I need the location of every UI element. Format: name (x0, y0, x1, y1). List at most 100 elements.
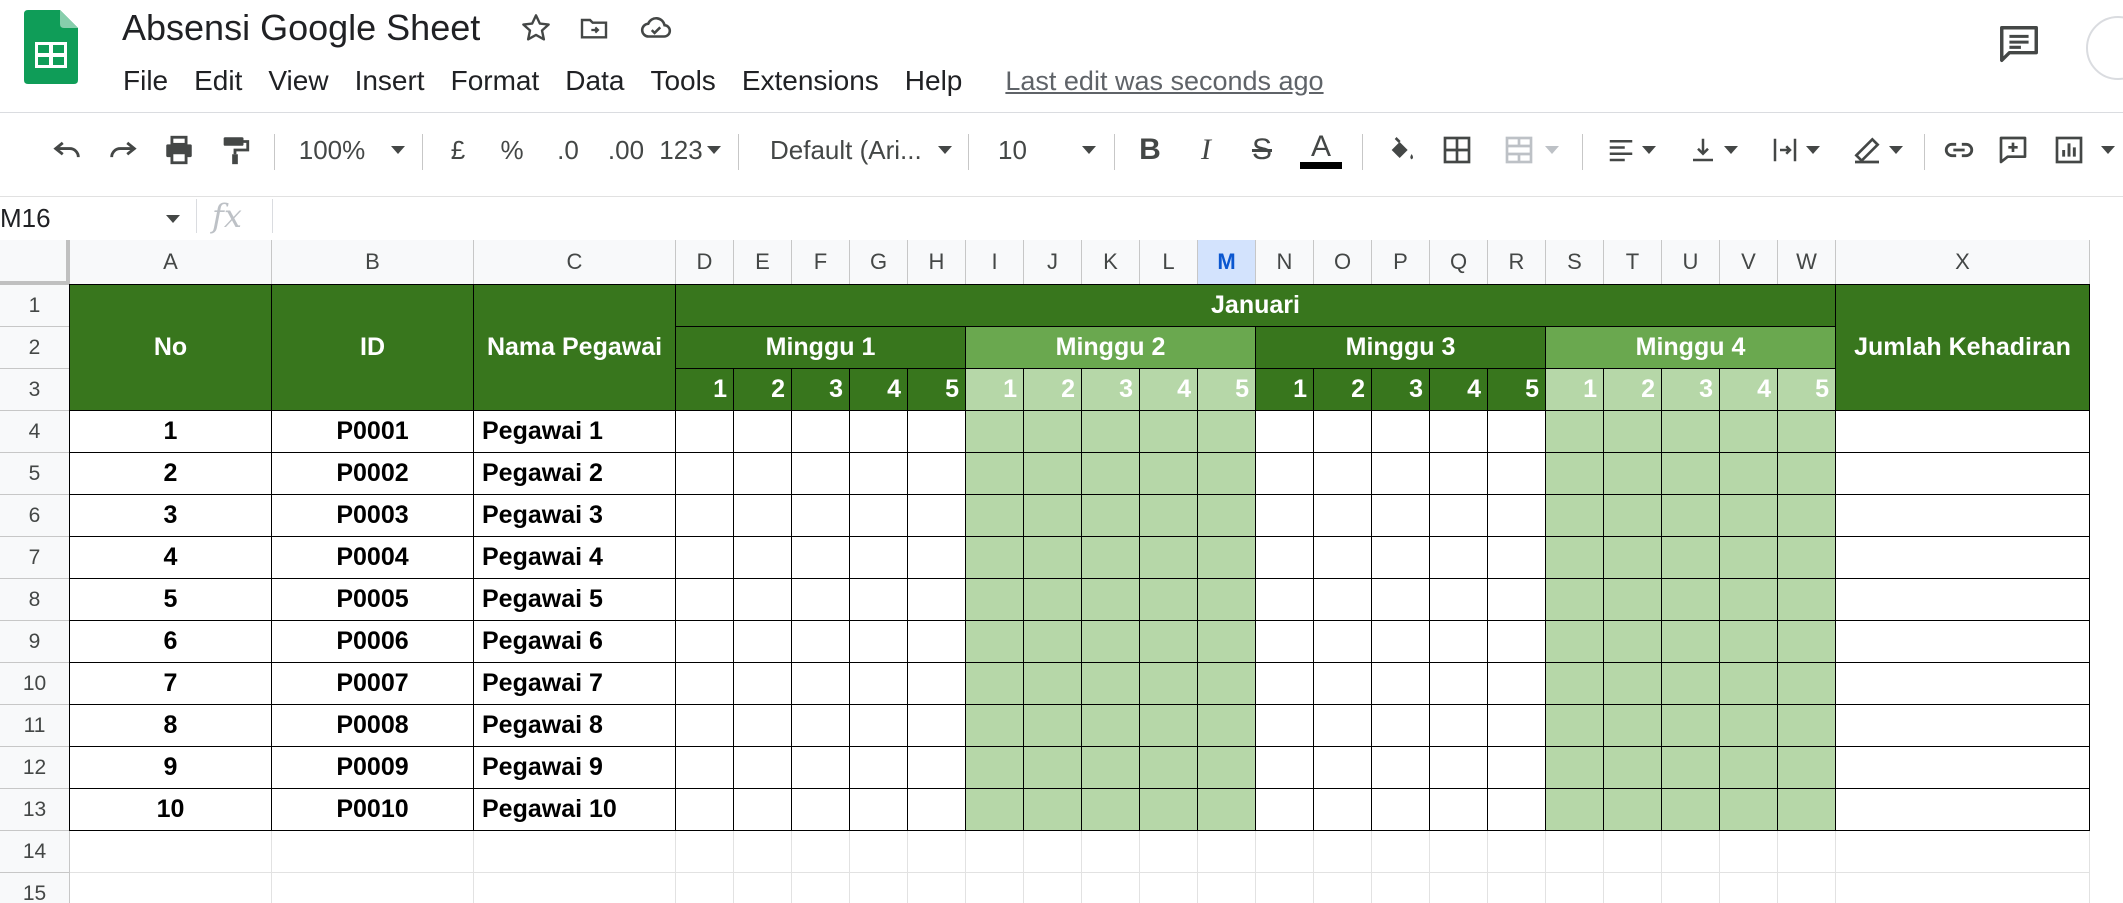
attendance-cell[interactable] (850, 537, 908, 579)
employee-id[interactable]: P0007 (272, 663, 474, 705)
menu-data[interactable]: Data (552, 58, 637, 104)
grid-cell[interactable] (1372, 873, 1430, 903)
attendance-cell[interactable] (908, 495, 966, 537)
attendance-cell[interactable] (1778, 537, 1836, 579)
zoom-select[interactable]: 100% (292, 122, 412, 178)
attendance-cell[interactable] (1314, 453, 1372, 495)
attendance-cell[interactable] (676, 579, 734, 621)
move-to-folder-icon[interactable] (576, 10, 612, 46)
attendance-cell[interactable] (1720, 579, 1778, 621)
employee-name[interactable]: Pegawai 9 (474, 747, 676, 789)
attendance-cell[interactable] (1662, 495, 1720, 537)
grid-cell[interactable] (474, 831, 676, 873)
row-header-13[interactable]: 13 (0, 789, 70, 831)
vertical-align-icon[interactable] (1682, 122, 1744, 178)
attendance-cell[interactable] (1314, 663, 1372, 705)
employee-no[interactable]: 10 (70, 789, 272, 831)
attendance-cell[interactable] (1488, 663, 1546, 705)
attendance-cell[interactable] (1662, 579, 1720, 621)
paint-format-icon[interactable] (212, 122, 258, 178)
grid-cell[interactable] (1256, 873, 1314, 903)
attendance-cell[interactable] (676, 663, 734, 705)
attendance-cell[interactable] (1778, 411, 1836, 453)
employee-name[interactable]: Pegawai 6 (474, 621, 676, 663)
attendance-cell[interactable] (908, 453, 966, 495)
attendance-cell[interactable] (1372, 537, 1430, 579)
attendance-cell[interactable] (1430, 621, 1488, 663)
employee-no[interactable]: 4 (70, 537, 272, 579)
attendance-cell[interactable] (1372, 453, 1430, 495)
text-rotation-icon[interactable] (1844, 122, 1910, 178)
attendance-cell[interactable] (1488, 453, 1546, 495)
attendance-cell[interactable] (1546, 579, 1604, 621)
attendance-cell[interactable] (1082, 705, 1140, 747)
grid-cell[interactable] (1314, 831, 1372, 873)
attendance-cell[interactable] (1372, 663, 1430, 705)
row-header-4[interactable]: 4 (0, 411, 70, 453)
attendance-cell[interactable] (792, 495, 850, 537)
attendance-cell[interactable] (1140, 537, 1198, 579)
employee-id[interactable]: P0010 (272, 789, 474, 831)
grid-cell[interactable] (1836, 873, 2090, 903)
attendance-cell[interactable] (1024, 537, 1082, 579)
attendance-cell[interactable] (1778, 495, 1836, 537)
total-attendance-cell[interactable] (1836, 579, 2090, 621)
employee-no[interactable]: 5 (70, 579, 272, 621)
attendance-cell[interactable] (1430, 495, 1488, 537)
attendance-cell[interactable] (792, 579, 850, 621)
menu-tools[interactable]: Tools (637, 58, 728, 104)
attendance-cell[interactable] (792, 537, 850, 579)
attendance-cell[interactable] (1604, 411, 1662, 453)
attendance-cell[interactable] (792, 663, 850, 705)
menu-file[interactable]: File (110, 58, 181, 104)
row-header-2[interactable]: 2 (0, 327, 70, 369)
attendance-cell[interactable] (1604, 495, 1662, 537)
attendance-cell[interactable] (1720, 537, 1778, 579)
attendance-cell[interactable] (1082, 411, 1140, 453)
attendance-cell[interactable] (1198, 411, 1256, 453)
grid-cell[interactable] (70, 831, 272, 873)
chevron-down-icon[interactable] (166, 215, 180, 223)
row-header-8[interactable]: 8 (0, 579, 70, 621)
attendance-cell[interactable] (1604, 705, 1662, 747)
attendance-cell[interactable] (850, 453, 908, 495)
attendance-cell[interactable] (1778, 789, 1836, 831)
attendance-cell[interactable] (1314, 411, 1372, 453)
menu-format[interactable]: Format (438, 58, 553, 104)
attendance-cell[interactable] (1198, 747, 1256, 789)
attendance-cell[interactable] (676, 705, 734, 747)
grid-cell[interactable] (1082, 873, 1140, 903)
employee-id[interactable]: P0004 (272, 537, 474, 579)
attendance-cell[interactable] (850, 411, 908, 453)
grid-cell[interactable] (1546, 831, 1604, 873)
attendance-cell[interactable] (1720, 495, 1778, 537)
attendance-cell[interactable] (1140, 495, 1198, 537)
column-header-o[interactable]: O (1314, 240, 1372, 285)
attendance-cell[interactable] (734, 705, 792, 747)
employee-no[interactable]: 9 (70, 747, 272, 789)
attendance-cell[interactable] (1024, 579, 1082, 621)
more-formats-select[interactable]: 123 (658, 122, 722, 178)
attendance-cell[interactable] (1430, 411, 1488, 453)
attendance-cell[interactable] (1546, 495, 1604, 537)
attendance-cell[interactable] (1488, 579, 1546, 621)
attendance-cell[interactable] (1198, 453, 1256, 495)
grid-cell[interactable] (850, 873, 908, 903)
attendance-cell[interactable] (1778, 579, 1836, 621)
row-header-11[interactable]: 11 (0, 705, 70, 747)
attendance-cell[interactable] (1604, 663, 1662, 705)
attendance-cell[interactable] (1198, 705, 1256, 747)
grid-cell[interactable] (1778, 873, 1836, 903)
attendance-cell[interactable] (1140, 789, 1198, 831)
undo-icon[interactable] (44, 122, 90, 178)
attendance-cell[interactable] (1256, 747, 1314, 789)
bold-button[interactable]: B (1130, 122, 1170, 178)
attendance-cell[interactable] (1082, 663, 1140, 705)
attendance-cell[interactable] (734, 621, 792, 663)
attendance-cell[interactable] (1720, 411, 1778, 453)
total-attendance-cell[interactable] (1836, 453, 2090, 495)
strikethrough-button[interactable]: S (1242, 122, 1282, 178)
merge-cells-icon[interactable] (1496, 122, 1566, 178)
row-header-9[interactable]: 9 (0, 621, 70, 663)
attendance-cell[interactable] (1082, 789, 1140, 831)
